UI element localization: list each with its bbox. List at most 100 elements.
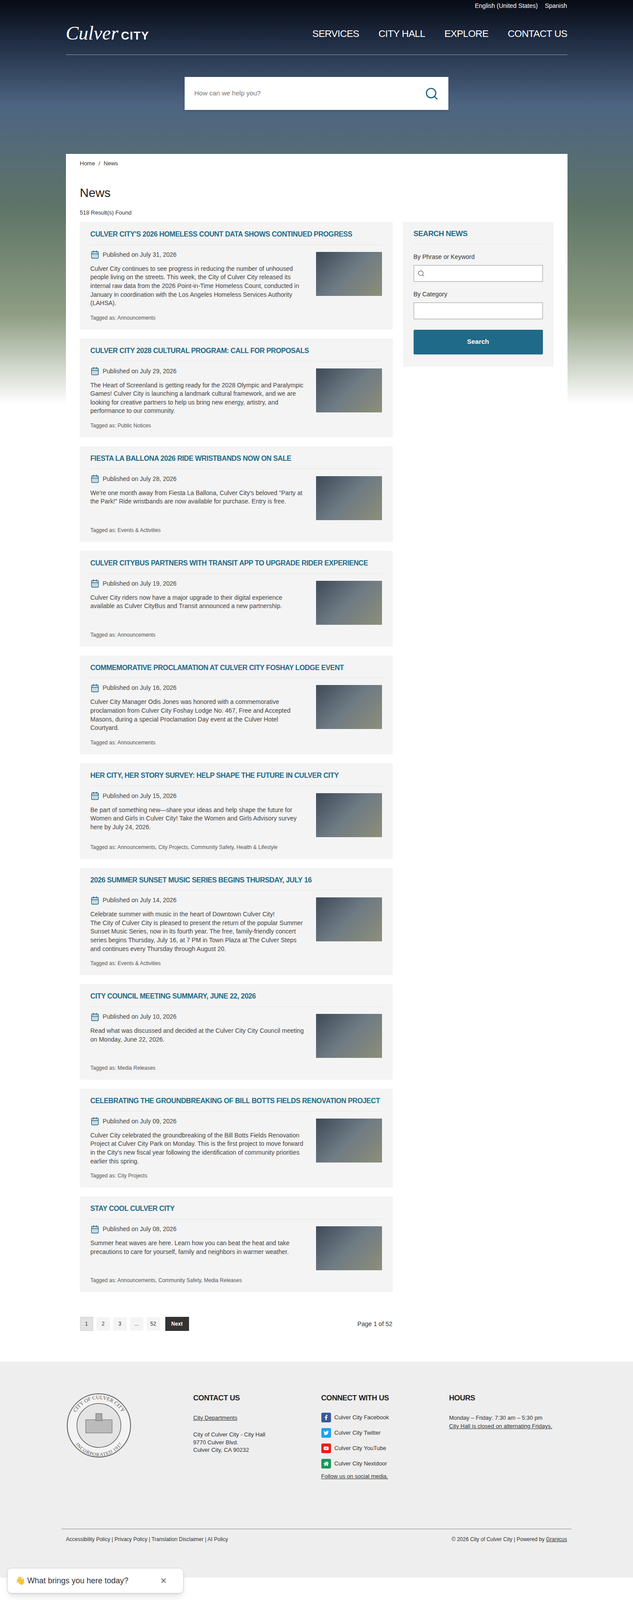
news-column: CULVER CITY'S 2026 HOMELESS COUNT DATA S… (80, 221, 393, 1331)
calendar-icon (90, 578, 100, 588)
news-body: Published on July 15, 2026Be part of som… (90, 791, 382, 837)
keyword-input[interactable] (413, 265, 543, 282)
news-description: Read what was discussed and decided at t… (90, 1026, 308, 1044)
news-title[interactable]: CITY COUNCIL MEETING SUMMARY, JUNE 22, 2… (90, 991, 382, 1007)
logo[interactable]: CulverCITY (65, 23, 150, 44)
breadcrumb-item[interactable]: Home (80, 159, 96, 168)
news-tags: Tagged as: Announcements, City Projects,… (90, 843, 382, 852)
language-link[interactable]: English (United States) (474, 1, 538, 12)
calendar-icon (90, 474, 100, 484)
news-card: CULVER CITYBUS PARTNERS WITH TRANSIT APP… (80, 550, 393, 646)
calendar-icon (90, 1224, 100, 1234)
page-button[interactable]: ... (130, 1316, 144, 1331)
social-link[interactable]: Culver City Nextdoor (321, 1458, 450, 1469)
news-photo[interactable] (316, 1225, 382, 1270)
content-columns: CULVER CITY'S 2026 HOMELESS COUNT DATA S… (80, 221, 554, 1331)
news-tags: Tagged as: Public Notices (90, 421, 382, 430)
seal-column: CITY OF CULVER CITYINCORPORATED 1917 (65, 1392, 194, 1481)
page-button[interactable]: 1 (80, 1316, 94, 1331)
news-text: Published on July 14, 2026Celebrate summ… (90, 895, 308, 954)
breadcrumb: Home/News (80, 159, 554, 168)
news-body: Published on July 14, 2026Celebrate summ… (90, 895, 382, 954)
news-photo[interactable] (316, 684, 382, 729)
footer-columns: CITY OF CULVER CITYINCORPORATED 1917CONT… (65, 1392, 568, 1481)
page-button[interactable]: 2 (96, 1316, 110, 1331)
nav-item[interactable]: EXPLORE (444, 26, 489, 41)
news-photo[interactable] (316, 476, 382, 521)
social-link[interactable]: Culver City Twitter (321, 1427, 450, 1438)
nav-item[interactable]: SERVICES (312, 26, 360, 41)
nav-item[interactable]: CITY HALL (378, 26, 426, 41)
news-photo[interactable] (316, 580, 382, 625)
news-description: We're one month away from Fiesta La Ball… (90, 488, 308, 506)
news-text: Published on July 29, 2026 The Heart of S… (90, 366, 308, 416)
follow-link[interactable]: Follow us on social media. (321, 1471, 450, 1481)
category-input[interactable] (413, 302, 543, 320)
news-body: Published on July 19, 2026Culver City ri… (90, 578, 382, 625)
calendar-icon (90, 1116, 100, 1126)
hours-note[interactable]: City Hall is closed on alternating Frida… (449, 1421, 568, 1431)
departments-link[interactable]: City Departments (193, 1413, 322, 1423)
contact-column: CONTACT USCity DepartmentsCity of Culver… (193, 1392, 322, 1481)
next-button[interactable]: Next (165, 1316, 190, 1331)
news-date: Published on July 10, 2026 (90, 1011, 308, 1022)
news-title[interactable]: FIESTA LA BALLONA 2026 RIDE WRISTBANDS N… (90, 454, 382, 470)
chat-bubble[interactable]: 👋 What brings you here today?× (7, 1567, 184, 1594)
news-title[interactable]: 2026 SUMMER SUNSET MUSIC SERIES BEGINS T… (90, 875, 382, 891)
news-text: Published on July 16, 2026Culver City Ma… (90, 683, 308, 732)
news-photo[interactable] (316, 897, 382, 942)
news-tags: Tagged as: Announcements (90, 630, 382, 639)
page-button[interactable]: 52 (146, 1316, 161, 1331)
svg-text:INCORPORATED 1917: INCORPORATED 1917 (74, 1440, 123, 1457)
facebook-icon (323, 1414, 329, 1420)
chat-close[interactable]: × (160, 1572, 176, 1589)
social-link[interactable]: Culver City YouTube (321, 1443, 450, 1453)
page-button[interactable]: 3 (113, 1316, 127, 1331)
calendar-icon (90, 791, 100, 801)
breadcrumb-item: / (98, 159, 101, 168)
news-photo[interactable] (316, 368, 382, 413)
news-photo[interactable] (316, 251, 382, 296)
search-icon[interactable] (424, 86, 439, 101)
nav-item[interactable]: CONTACT US (507, 26, 568, 41)
social-link[interactable]: Culver City Facebook (321, 1412, 450, 1423)
news-photo[interactable] (316, 1013, 382, 1058)
page-status: Page 1 of 52 (357, 1319, 393, 1329)
news-text: Published on July 10, 2026 Read what was … (90, 1011, 308, 1058)
news-photo[interactable] (316, 793, 382, 837)
news-title[interactable]: COMMEMORATIVE PROCLAMATION AT CULVER CIT… (90, 663, 382, 679)
news-description: Culver City Manager Odis Jones was honor… (90, 697, 308, 732)
policy-links[interactable]: Accessibility Policy | Privacy Policy | … (65, 1535, 229, 1543)
news-title[interactable]: CULVER CITYBUS PARTNERS WITH TRANSIT APP… (90, 558, 382, 574)
news-title[interactable]: CELEBRATING THE GROUNDBREAKING OF BILL B… (90, 1096, 382, 1112)
news-date: Published on July 31, 2026 (90, 250, 308, 260)
news-body: Published on July 28, 2026We're one mont… (90, 474, 382, 521)
nextdoor-icon (323, 1460, 329, 1467)
language-bar: English (United States) Spanish (0, 0, 633, 12)
news-description: The Heart of Screenland is getting ready… (90, 381, 308, 416)
news-date: Published on July 29, 2026 (90, 366, 308, 376)
news-body: Published on July 10, 2026 Read what was … (90, 1011, 382, 1058)
news-text: Published on July 15, 2026Be part of som… (90, 791, 308, 837)
news-tags: Tagged as: Events & Activities (90, 526, 382, 535)
social-badge (321, 1443, 332, 1453)
news-title[interactable]: CULVER CITY'S 2026 HOMELESS COUNT DATA S… (90, 229, 382, 245)
language-link[interactable]: Spanish (544, 1, 568, 12)
news-title[interactable]: STAY COOL CULVER CITY (90, 1204, 382, 1219)
granicus-link[interactable]: Granicus (545, 1535, 568, 1543)
search-news-panel: SEARCH NEWSBy Phrase or KeywordBy Catego… (403, 221, 554, 367)
news-date: Published on July 19, 2026 (90, 578, 308, 589)
news-title[interactable]: CULVER CITY 2028 CULTURAL PROGRAM: CALL … (90, 346, 382, 362)
news-description: Celebrate summer with music in the heart… (90, 909, 308, 954)
news-title[interactable]: HER CITY, HER STORY SURVEY: HELP SHAPE T… (90, 771, 382, 786)
news-text: Published on July 09, 2026Culver City ce… (90, 1116, 308, 1166)
page-title: News (80, 183, 554, 203)
news-body: Published on July 16, 2026Culver City Ma… (90, 683, 382, 732)
breadcrumb-item[interactable]: News (103, 159, 119, 168)
news-body: Published on July 31, 2026Culver City co… (90, 250, 382, 308)
news-photo[interactable] (316, 1118, 382, 1163)
news-body: Published on July 08, 2026Summer heat wa… (90, 1224, 382, 1270)
site-search[interactable]: How can we help you? (184, 76, 449, 110)
news-card: CELEBRATING THE GROUNDBREAKING OF BILL B… (80, 1088, 393, 1187)
search-button[interactable]: Search (413, 329, 543, 355)
